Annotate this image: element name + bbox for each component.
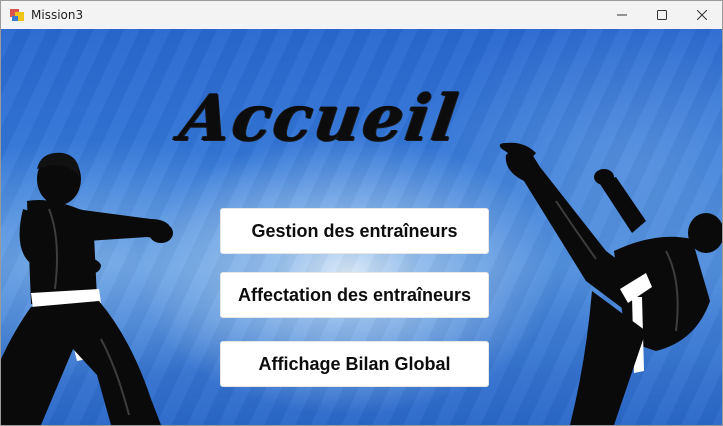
- app-icon: [9, 7, 25, 23]
- minimize-button[interactable]: [602, 1, 642, 29]
- window-title: Mission3: [31, 8, 84, 22]
- maximize-button[interactable]: [642, 1, 682, 29]
- affectation-entraineurs-button[interactable]: Affectation des entraîneurs: [220, 272, 489, 318]
- page-title: Accueil: [175, 81, 464, 156]
- home-background: Accueil Gestion des entraîneurs Affectat…: [1, 29, 722, 425]
- maximize-icon: [657, 10, 667, 20]
- app-window: Mission3 Accueil Gestion des entraîneurs…: [0, 0, 723, 426]
- close-button[interactable]: [682, 1, 722, 29]
- close-icon: [697, 10, 707, 20]
- affichage-bilan-global-button[interactable]: Affichage Bilan Global: [220, 341, 489, 387]
- minimize-icon: [617, 14, 627, 16]
- window-controls: [602, 1, 722, 29]
- title-bar[interactable]: Mission3: [1, 1, 722, 29]
- karate-fighter-right-image: [499, 142, 722, 425]
- gestion-entraineurs-button[interactable]: Gestion des entraîneurs: [220, 208, 489, 254]
- karate-fighter-left-image: [1, 152, 173, 425]
